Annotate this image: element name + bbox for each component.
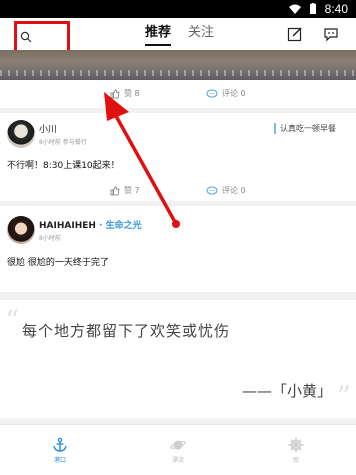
user-name[interactable]: HAIHAIHEH · 生命之光: [39, 218, 142, 231]
nav-item-drift[interactable]: 漂流: [148, 437, 208, 464]
status-time: 8:40: [324, 2, 348, 16]
tab-recommend[interactable]: 推荐: [145, 24, 172, 46]
like-button[interactable]: 赞 8: [110, 88, 140, 99]
search-button[interactable]: [14, 21, 70, 53]
post-text: 很尬 很尬的一天终于完了: [7, 258, 109, 268]
quote-open-mark: “: [5, 304, 20, 337]
post-text: 不行啊！8:30上课10起来！: [7, 161, 120, 171]
thumbs-up-icon: [110, 88, 120, 98]
message-icon[interactable]: [323, 26, 339, 42]
user-name-text: HAIHAIHEH: [39, 221, 96, 231]
quote-text: 每个地方都留下了欢笑或忧伤: [22, 322, 231, 340]
status-bar: 8:40: [0, 0, 356, 18]
quote-author: ——「小黄」: [241, 382, 332, 400]
topic-tag[interactable]: 认真吃一顿早餐: [274, 123, 336, 134]
comment-button[interactable]: 评论 0: [206, 88, 246, 99]
quote-close-mark: ”: [336, 380, 351, 413]
like-button[interactable]: 赞 7: [110, 185, 140, 196]
topic-link[interactable]: · 生命之光: [99, 221, 142, 231]
battery-icon: [309, 3, 316, 14]
nav-item-helm[interactable]: 舵: [266, 437, 326, 464]
wifi-icon: [288, 4, 301, 14]
nav-label: 漂流: [171, 457, 184, 464]
nav-label: 舵: [292, 457, 299, 464]
post-image[interactable]: [0, 50, 356, 80]
planet-icon: [170, 440, 186, 450]
anchor-icon: [53, 437, 67, 452]
like-count: 赞 8: [124, 89, 140, 98]
nav-label: 港口: [53, 457, 66, 464]
bottom-nav: 港口 漂流 舵: [0, 424, 356, 475]
compose-icon[interactable]: [287, 26, 303, 42]
top-app-bar: 推荐 关注: [0, 18, 356, 53]
user-name[interactable]: 小川: [39, 122, 57, 135]
comment-button[interactable]: 评论 0: [206, 185, 246, 196]
avatar[interactable]: [7, 120, 35, 148]
nav-item-harbor[interactable]: 港口: [30, 437, 90, 464]
post-meta: 8小时前: [39, 235, 61, 242]
quote-card[interactable]: “ ” 每个地方都留下了欢笑或忧伤 ——「小黄」: [0, 300, 356, 418]
comment-count: 评论 0: [222, 89, 246, 98]
post-card[interactable]: 小川 8小时前 参与餐行 认真吃一顿早餐 不行啊！8:30上课10起来！ 赞 7…: [0, 113, 356, 201]
thumbs-up-icon: [110, 185, 120, 195]
comment-icon: [206, 88, 218, 98]
helm-icon: [288, 437, 304, 453]
post-meta: 8小时前 参与餐行: [39, 139, 87, 146]
search-icon: [20, 31, 32, 43]
comment-count: 评论 0: [222, 186, 246, 195]
post-card[interactable]: HAIHAIHEH · 生命之光 8小时前 很尬 很尬的一天终于完了: [0, 206, 356, 292]
comment-icon: [206, 185, 218, 195]
avatar[interactable]: [7, 216, 35, 244]
tab-follow[interactable]: 关注: [188, 24, 214, 42]
post-card: 赞 8 评论 0: [0, 80, 356, 108]
like-count: 赞 7: [124, 186, 140, 195]
